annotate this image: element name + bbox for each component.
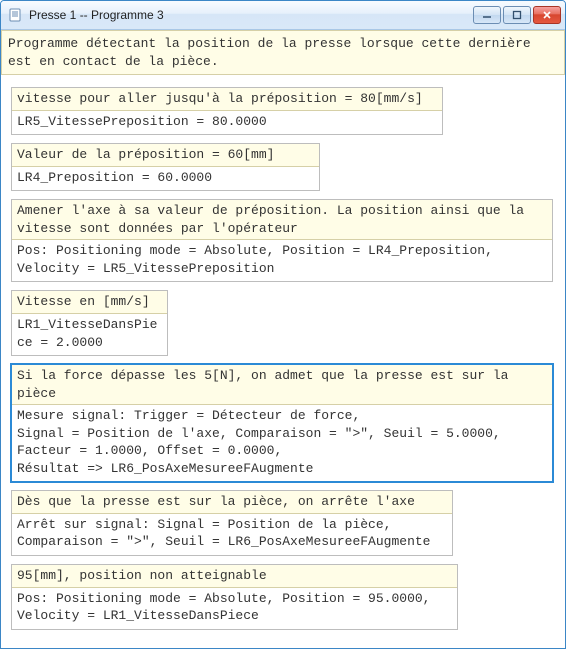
program-step[interactable]: Amener l'axe à sa valeur de préposition.… [11, 199, 553, 282]
step-code: Pos: Positioning mode = Absolute, Positi… [12, 588, 457, 629]
step-code: LR1_VitesseDansPiece = 2.0000 [12, 314, 167, 355]
window-controls [471, 6, 561, 24]
step-code: LR5_VitessePreposition = 80.0000 [12, 111, 442, 135]
step-code: Arrêt sur signal: Signal = Position de l… [12, 514, 452, 555]
step-comment: Valeur de la préposition = 60[mm] [12, 144, 319, 167]
client-area: Programme détectant la position de la pr… [1, 30, 565, 648]
step-code: Pos: Positioning mode = Absolute, Positi… [12, 240, 552, 281]
step-comment: vitesse pour aller jusqu'à la prépositio… [12, 88, 442, 111]
step-code: Mesure signal: Trigger = Détecteur de fo… [12, 405, 552, 481]
program-step[interactable]: Valeur de la préposition = 60[mm] LR4_Pr… [11, 143, 320, 191]
step-comment: Vitesse en [mm/s] [12, 291, 167, 314]
step-comment: 95[mm], position non atteignable [12, 565, 457, 588]
step-code: LR4_Preposition = 60.0000 [12, 167, 319, 191]
titlebar[interactable]: Presse 1 -- Programme 3 [1, 1, 565, 30]
program-body: vitesse pour aller jusqu'à la prépositio… [1, 75, 565, 648]
program-step[interactable]: Vitesse en [mm/s] LR1_VitesseDansPiece =… [11, 290, 168, 356]
program-step-selected[interactable]: Si la force dépasse les 5[N], on admet q… [11, 364, 553, 482]
window-title: Presse 1 -- Programme 3 [29, 8, 471, 22]
minimize-button[interactable] [473, 6, 501, 24]
step-comment: Amener l'axe à sa valeur de préposition.… [12, 200, 552, 240]
program-step[interactable]: Dès que la presse est sur la pièce, on a… [11, 490, 453, 556]
step-comment: Dès que la presse est sur la pièce, on a… [12, 491, 452, 514]
app-icon [7, 7, 23, 23]
step-comment: Si la force dépasse les 5[N], on admet q… [12, 365, 552, 405]
close-button[interactable] [533, 6, 561, 24]
maximize-button[interactable] [503, 6, 531, 24]
program-description: Programme détectant la position de la pr… [1, 30, 565, 75]
program-step[interactable]: 95[mm], position non atteignable Pos: Po… [11, 564, 458, 630]
program-step[interactable]: vitesse pour aller jusqu'à la prépositio… [11, 87, 443, 135]
program-window: Presse 1 -- Programme 3 Programme détect… [0, 0, 566, 649]
